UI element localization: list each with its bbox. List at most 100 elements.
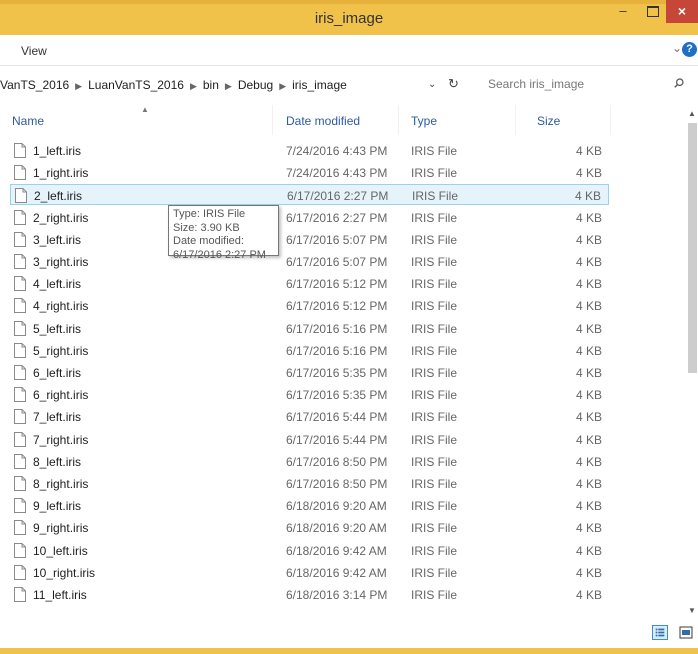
file-name[interactable]: 2_left.iris [34, 189, 82, 203]
file-type: IRIS File [411, 565, 458, 580]
tab-view[interactable]: View [21, 44, 47, 58]
file-date-modified: 7/24/2016 4:43 PM [286, 166, 388, 181]
breadcrumb-item-luanvants[interactable]: LuanVanTS_2016 [88, 78, 184, 92]
breadcrumb-separator-icon[interactable]: ▶ [190, 81, 197, 91]
file-name[interactable]: 1_left.iris [33, 144, 81, 158]
details-view-icon[interactable] [652, 625, 668, 640]
document-icon [15, 188, 27, 204]
column-divider[interactable] [515, 105, 516, 135]
file-row[interactable]: 4_left.iris 6/17/2016 5:12 PM IRIS File 4 K… [10, 273, 609, 294]
scroll-up-icon[interactable]: ▲ [686, 105, 698, 122]
breadcrumb-item-debug[interactable]: Debug [238, 78, 273, 92]
file-type: IRIS File [411, 343, 458, 358]
search-box[interactable] [478, 73, 696, 98]
file-row[interactable]: 10_right.iris 6/18/2016 9:42 AM IRIS File 4… [10, 562, 609, 583]
file-size: 4 KB [575, 366, 602, 380]
document-icon [14, 254, 26, 269]
breadcrumb-separator-icon[interactable]: ▶ [279, 81, 286, 91]
column-name[interactable]: Name [12, 114, 44, 128]
document-icon [14, 542, 26, 558]
file-row[interactable]: 5_right.iris 6/17/2016 5:16 PM IRIS File 4 … [10, 340, 609, 361]
search-input[interactable] [486, 76, 670, 92]
file-size: 4 KB [575, 299, 602, 314]
file-name[interactable]: 11_left.iris [33, 588, 87, 602]
file-name[interactable]: 8_left.iris [33, 455, 81, 469]
document-icon [14, 409, 26, 425]
file-date-modified: 6/18/2016 9:20 AM [286, 499, 387, 514]
file-row[interactable]: 8_right.iris 6/17/2016 8:50 PM IRIS File 4 … [10, 473, 609, 494]
file-row[interactable]: 11_left.iris 6/18/2016 3:14 PM IRIS File 4 … [10, 584, 609, 605]
breadcrumb-item-iris-image[interactable]: iris_image [292, 78, 347, 92]
file-name[interactable]: 5_right.iris [33, 344, 88, 358]
file-row[interactable]: 3_right.iris 6/17/2016 5:07 PM IRIS File 4 … [10, 251, 609, 272]
file-row[interactable]: 1_right.iris 7/24/2016 4:43 PM IRIS File 4 … [10, 162, 609, 183]
file-name[interactable]: 3_left.iris [33, 233, 81, 247]
file-row[interactable]: 2_left.iris 6/17/2016 2:27 PM IRIS File 4 K… [10, 184, 609, 206]
file-name[interactable]: 1_right.iris [33, 166, 88, 180]
breadcrumb-separator-icon[interactable]: ▶ [75, 81, 82, 91]
file-name[interactable]: 2_right.iris [33, 211, 88, 225]
file-name[interactable]: 3_right.iris [33, 255, 88, 269]
tooltip-size: Size: 3.90 KB [173, 221, 240, 234]
file-row[interactable]: 10_left.iris 6/18/2016 9:42 AM IRIS File 4 … [10, 540, 609, 561]
file-row[interactable]: 2_right.iris 6/17/2016 2:27 PM IRIS File 4 … [10, 207, 609, 228]
file-row[interactable]: 8_left.iris 6/17/2016 8:50 PM IRIS File 4 K… [10, 451, 609, 472]
maximize-button[interactable] [638, 0, 668, 23]
file-row[interactable]: 1_left.iris 7/24/2016 4:43 PM IRIS File 4 K… [10, 140, 609, 161]
column-divider[interactable] [610, 105, 611, 135]
vertical-scrollbar[interactable]: ▲ ▼ [686, 105, 698, 619]
address-history-dropdown-icon[interactable]: ⌄ [428, 79, 436, 90]
file-name[interactable]: 6_left.iris [33, 366, 81, 380]
file-name[interactable]: 9_left.iris [33, 499, 81, 513]
document-icon [14, 143, 26, 158]
file-type: IRIS File [411, 543, 458, 558]
search-icon[interactable] [674, 78, 684, 88]
file-name[interactable]: 8_right.iris [33, 477, 88, 491]
file-name[interactable]: 5_left.iris [33, 322, 81, 336]
file-date-modified: 6/17/2016 8:50 PM [286, 454, 388, 469]
file-name[interactable]: 9_right.iris [33, 521, 88, 535]
help-icon[interactable]: ? [682, 42, 697, 57]
title-bar[interactable]: iris_image – × [0, 0, 698, 35]
file-row[interactable]: 3_left.iris 6/17/2016 5:07 PM IRIS File 4 K… [10, 229, 609, 250]
column-divider[interactable] [272, 105, 273, 135]
file-size: 4 KB [575, 210, 602, 225]
large-icons-view-icon[interactable] [678, 625, 694, 640]
file-row[interactable]: 6_left.iris 6/17/2016 5:35 PM IRIS File 4 K… [10, 362, 609, 383]
file-row[interactable]: 6_right.iris 6/17/2016 5:35 PM IRIS File 4 … [10, 384, 609, 405]
file-row[interactable]: 7_right.iris 6/17/2016 5:44 PM IRIS File 4 … [10, 429, 609, 450]
breadcrumb-item-bin[interactable]: bin [203, 78, 219, 92]
file-row[interactable]: 9_left.iris 6/18/2016 9:20 AM IRIS File 4 K… [10, 495, 609, 516]
file-row[interactable]: 9_right.iris 6/18/2016 9:20 AM IRIS File 4 … [10, 517, 609, 538]
column-date-modified[interactable]: Date modified [286, 114, 360, 128]
breadcrumb-separator-icon[interactable]: ▶ [225, 81, 232, 91]
address-bar[interactable]: VanTS_2016 ▶ LuanVanTS_2016 ▶ bin ▶ Debug ▶ iris… [0, 73, 450, 98]
file-name[interactable]: 7_left.iris [33, 410, 81, 424]
close-button[interactable]: × [666, 0, 698, 23]
file-name[interactable]: 7_right.iris [33, 433, 88, 447]
file-size: 4 KB [575, 477, 602, 491]
column-divider[interactable] [398, 105, 399, 135]
column-type[interactable]: Type [411, 114, 437, 128]
file-name[interactable]: 4_right.iris [33, 299, 88, 313]
breadcrumb: VanTS_2016 ▶ LuanVanTS_2016 ▶ bin ▶ Debug ▶ iris… [0, 78, 347, 92]
scroll-down-icon[interactable]: ▼ [686, 602, 698, 619]
file-row[interactable]: 4_right.iris 6/17/2016 5:12 PM IRIS File 4 … [10, 295, 609, 316]
file-name[interactable]: 4_left.iris [33, 277, 81, 291]
file-row[interactable]: 7_left.iris 6/17/2016 5:44 PM IRIS File 4 K… [10, 406, 609, 427]
file-name[interactable]: 10_left.iris [33, 544, 88, 558]
explorer-window: iris_image – × View ⌄ ? VanTS_2016 ▶ LuanV… [0, 0, 698, 648]
file-name[interactable]: 10_right.iris [33, 566, 95, 580]
file-row[interactable]: 5_left.iris 6/17/2016 5:16 PM IRIS File 4 K… [10, 318, 609, 339]
file-name[interactable]: 6_right.iris [33, 388, 88, 402]
breadcrumb-item-vants[interactable]: VanTS_2016 [0, 78, 69, 92]
column-size[interactable]: Size [537, 114, 560, 128]
minimize-button[interactable]: – [608, 0, 638, 23]
scroll-thumb[interactable] [688, 123, 697, 373]
expand-ribbon-icon[interactable]: ⌄ [672, 41, 682, 55]
refresh-icon[interactable]: ↻ [448, 76, 459, 92]
file-date-modified: 6/17/2016 5:16 PM [286, 343, 388, 358]
document-icon [14, 320, 26, 336]
document-icon [14, 231, 26, 247]
file-size: 4 KB [575, 321, 602, 336]
